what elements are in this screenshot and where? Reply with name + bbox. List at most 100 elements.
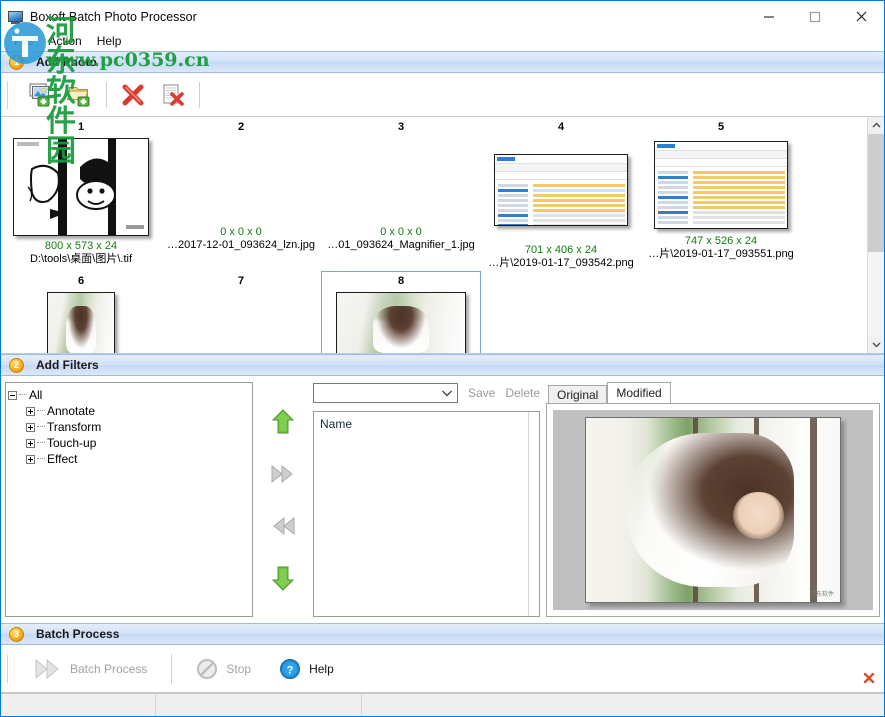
delete-button[interactable] [113, 77, 153, 113]
tree-node-label: Annotate [47, 404, 96, 418]
thumbnail-item[interactable]: 1 800 x 573 x 24 D:\tools\桌面\图片\.tif [1, 117, 161, 271]
close-x-icon[interactable] [862, 671, 876, 688]
expand-icon[interactable] [26, 438, 35, 448]
thumbnail-scroll-area: 1 800 x 573 x 24 D:\tools\桌面\图片\.tif 2 0… [1, 117, 867, 353]
delete-preset-button[interactable]: Delete [505, 386, 540, 400]
tree-node-touch-up[interactable]: Touch-up [8, 435, 250, 451]
tab-original[interactable]: Original [548, 385, 608, 403]
thumbnail-index: 1 [77, 121, 85, 133]
thumbnail-image-photo [47, 292, 115, 353]
section-title-add-photo: Add Photo [36, 55, 97, 69]
thumbnail-item[interactable]: 5 747 x 526 x 24 …片\2019-01-17_093551.pn… [641, 117, 801, 271]
scrollbar-thumb[interactable] [868, 134, 884, 252]
thumbnail-index: 8 [397, 275, 405, 287]
expand-icon[interactable] [26, 422, 35, 432]
expand-icon[interactable] [26, 406, 35, 416]
thumbnail-item[interactable]: 6 [1, 271, 161, 353]
remove-filter-button[interactable] [268, 511, 298, 541]
thumbnail-index: 2 [237, 121, 245, 133]
tree-node-effect[interactable]: Effect [8, 451, 250, 467]
preset-dropdown[interactable] [313, 383, 458, 403]
clear-all-button[interactable] [153, 77, 193, 113]
menu-item-file[interactable]: File [7, 33, 41, 50]
add-photo-button[interactable] [20, 77, 60, 113]
app-monitor-icon [8, 9, 24, 25]
applied-filters-list[interactable]: Name [313, 411, 540, 617]
preview-panel: Original Modified 河东软件 [546, 382, 880, 617]
minimize-button[interactable] [746, 1, 792, 32]
thumbnail-item[interactable]: 3 0 x 0 x 0 …01_093624_Magnifier_1.jpg [321, 117, 481, 271]
help-button[interactable]: ? Help [265, 652, 348, 686]
section-header-add-photo: 1 Add Photo [1, 51, 884, 73]
thumbnail-item[interactable]: 4 701 x 406 x 24 …片\2019-01-17_093542.pn… [481, 117, 641, 271]
thumbnail-dimensions: 701 x 406 x 24 [524, 244, 598, 256]
application-window: Boxoft Batch Photo Processor File Action… [0, 0, 885, 717]
tab-modified[interactable]: Modified [607, 382, 671, 403]
thumbnail-item[interactable]: 2 0 x 0 x 0 …2017-12-01_093624_lzn.jpg [161, 117, 321, 271]
preview-canvas[interactable]: 河东软件 [553, 410, 873, 610]
preview-box: 河东软件 [546, 403, 880, 617]
preview-photo: 河东软件 [585, 417, 841, 603]
filter-transfer-buttons [253, 382, 313, 617]
thumbnail-image-lineart [13, 138, 149, 236]
thumbnail-row: 6 7 8 [1, 271, 867, 353]
thumbnail-panel: 1 800 x 573 x 24 D:\tools\桌面\图片\.tif 2 0… [1, 117, 884, 354]
filter-category-tree[interactable]: All Annotate Transform Touch-up Effect [5, 382, 253, 617]
help-icon: ? [280, 658, 301, 679]
add-folder-button[interactable] [60, 77, 100, 113]
menu-item-help[interactable]: Help [90, 33, 130, 50]
thumbnail-image-explorer [494, 154, 628, 226]
photo-watermark: 河东软件 [809, 592, 834, 598]
status-cell-2 [156, 694, 362, 716]
thumbnail-path: …片\2019-01-17_093551.png [648, 248, 794, 260]
close-button[interactable] [838, 1, 884, 32]
batch-process-button[interactable]: Batch Process [20, 652, 161, 686]
tree-node-label: Touch-up [47, 436, 97, 450]
move-up-button[interactable] [268, 407, 298, 437]
section-header-batch-process: 3 Batch Process [1, 623, 884, 645]
status-bar [1, 693, 884, 716]
stop-button[interactable]: Stop [182, 652, 265, 686]
tree-node-label: Transform [47, 420, 102, 434]
scrollbar-track[interactable] [868, 134, 884, 336]
chevron-down-icon[interactable] [868, 336, 884, 353]
thumbnail-index: 5 [717, 121, 725, 133]
thumbnail-item-selected[interactable]: 8 [321, 271, 481, 353]
thumbnail-index: 6 [77, 275, 85, 287]
expand-icon[interactable] [26, 454, 35, 464]
stop-icon [197, 658, 218, 679]
tree-node-all[interactable]: All [8, 387, 250, 403]
tree-node-annotate[interactable]: Annotate [8, 403, 250, 419]
save-preset-button[interactable]: Save [468, 386, 495, 400]
applied-filters-scrollbar[interactable] [528, 412, 539, 616]
menu-item-action[interactable]: Action [41, 33, 89, 50]
collapse-icon[interactable] [8, 390, 17, 400]
thumbnail-scrollbar[interactable] [867, 117, 884, 353]
maximize-button[interactable] [792, 1, 838, 32]
thumbnail-image-photo [336, 292, 466, 353]
thumbnail-path: D:\tools\桌面\图片\.tif [29, 253, 133, 265]
toolbar-grip[interactable] [7, 654, 15, 683]
thumbnail-image-box [654, 141, 788, 229]
applied-filters-column-header: Name [320, 417, 353, 431]
toolbar-grip[interactable] [7, 80, 15, 109]
thumbnail-image-box [47, 292, 115, 353]
add-filter-button[interactable] [268, 459, 298, 489]
chevron-down-icon [441, 390, 452, 397]
title-bar: Boxoft Batch Photo Processor [1, 1, 884, 32]
section-title-add-filters: Add Filters [36, 358, 99, 372]
chevron-up-icon[interactable] [868, 117, 884, 134]
batch-toolbar: Batch Process Stop ? Help [1, 645, 884, 693]
batch-process-label: Batch Process [70, 661, 148, 676]
move-down-button[interactable] [268, 563, 298, 593]
thumbnail-item[interactable]: 7 [161, 271, 321, 353]
tree-node-transform[interactable]: Transform [8, 419, 250, 435]
photo-toolbar [1, 73, 884, 117]
section-header-add-filters: 2 Add Filters [1, 354, 884, 376]
help-label: Help [309, 661, 334, 676]
thumbnail-index: 3 [397, 121, 405, 133]
tree-connector [19, 394, 27, 396]
tree-connector [37, 442, 45, 444]
thumbnail-dimensions: 0 x 0 x 0 [380, 226, 422, 238]
thumbnail-path: …2017-12-01_093624_lzn.jpg [166, 239, 315, 251]
